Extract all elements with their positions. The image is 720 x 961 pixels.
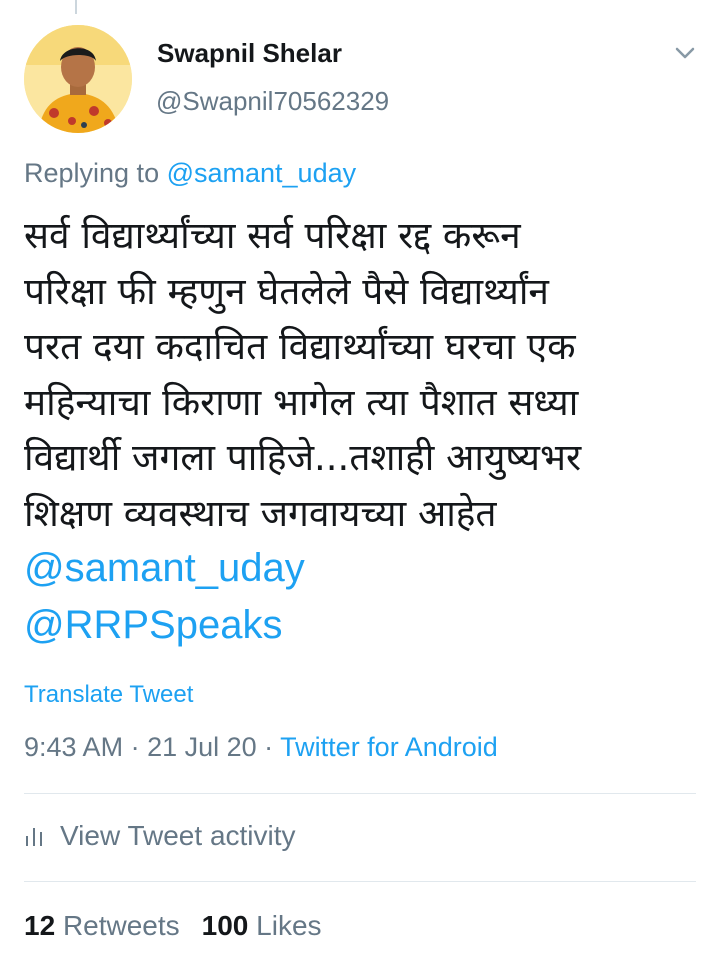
chevron-down-icon[interactable]: [670, 40, 700, 66]
tweet-time: 9:43 AM: [24, 732, 124, 762]
tweet-body: सर्व विद्यार्थ्यांच्या सर्व परिक्षा रद्द…: [24, 208, 694, 541]
like-label: Likes: [256, 910, 322, 941]
meta-separator: ·: [123, 732, 148, 762]
avatar[interactable]: [24, 25, 132, 133]
likes-stat[interactable]: 100 Likes: [202, 910, 322, 941]
tweet-body-line: सर्व विद्यार्थ्यांच्या सर्व परिक्षा रद्द…: [24, 214, 521, 257]
tweet-body-line: शिक्षण व्यवस्थाच जगवायच्या आहेत: [24, 491, 497, 535]
mention-link[interactable]: @RRPSpeaks: [24, 603, 282, 648]
bar-chart-icon: [26, 828, 42, 846]
meta-separator: ·: [256, 732, 281, 762]
tweet-body-line: महिन्याचा किराणा भागेल त्या पैशात सध्या: [24, 380, 579, 424]
view-tweet-activity-button[interactable]: View Tweet activity: [24, 820, 296, 852]
tweet-body-line: परत दया कदाचित विद्यार्थ्यांच्या घरचा एक: [24, 325, 576, 368]
retweets-stat[interactable]: 12 Retweets: [24, 910, 180, 941]
thread-connector-line: [75, 0, 77, 14]
translate-tweet-link[interactable]: Translate Tweet: [24, 681, 193, 709]
mention-link[interactable]: @samant_uday: [24, 546, 305, 591]
retweet-label: Retweets: [62, 910, 180, 941]
replying-to: Replying to @samant_uday: [24, 158, 356, 189]
divider: [24, 793, 696, 794]
retweet-count: 12: [24, 910, 56, 941]
divider: [24, 881, 696, 882]
tweet-date: 21 Jul 20: [147, 732, 257, 762]
tweet-meta: 9:43 AM · 21 Jul 20 · Twitter for Androi…: [24, 732, 498, 763]
tweet-body-line: परिक्षा फी म्हणुन घेतलेले पैसे विद्यार्थ…: [24, 269, 549, 313]
view-tweet-activity-label: View Tweet activity: [60, 820, 296, 851]
replying-prefix: Replying to: [24, 158, 167, 188]
tweet-stats: 12 Retweets 100 Likes: [24, 910, 322, 942]
author-name[interactable]: Swapnil Shelar: [157, 38, 342, 69]
tweet-source-link[interactable]: Twitter for Android: [280, 732, 498, 762]
tweet-body-line: विद्यार्थी जगला पाहिजे...तशाही आयुष्यभर: [24, 436, 582, 479]
author-handle[interactable]: @Swapnil70562329: [156, 86, 389, 117]
like-count: 100: [201, 910, 249, 941]
replying-to-link[interactable]: @samant_uday: [167, 158, 357, 188]
